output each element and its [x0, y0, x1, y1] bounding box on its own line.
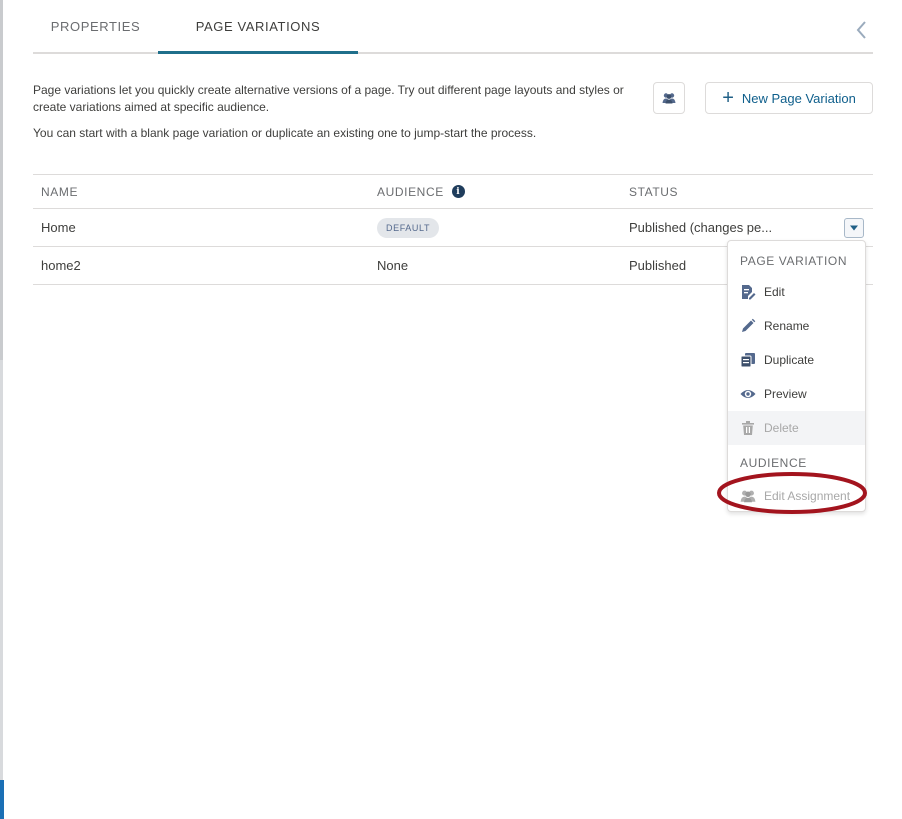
menu-item-label: Edit Assignment: [764, 489, 851, 503]
audience-icon: [662, 93, 676, 104]
menu-item-label: Rename: [764, 319, 810, 333]
left-scrollbar[interactable]: [0, 0, 3, 360]
plus-icon: +: [722, 87, 734, 109]
description-paragraph-1: Page variations let you quickly create a…: [33, 83, 624, 114]
tab-page-variations[interactable]: PAGE VARIATIONS: [158, 0, 358, 54]
info-icon[interactable]: i: [451, 185, 465, 198]
pencil-icon: [740, 318, 756, 334]
menu-item-label: Duplicate: [764, 353, 815, 367]
row-name: Home: [41, 220, 76, 235]
row-name: home2: [41, 258, 81, 273]
duplicate-icon: [740, 352, 756, 368]
collapse-panel-button[interactable]: [852, 18, 872, 42]
new-page-variation-button[interactable]: + New Page Variation: [705, 82, 873, 114]
menu-item-delete[interactable]: Delete: [728, 411, 865, 445]
row-audience: DEFAULT: [377, 209, 440, 246]
new-page-variation-label: New Page Variation: [741, 90, 856, 106]
tab-properties[interactable]: PROPERTIES: [33, 0, 158, 52]
table-header: NAME AUDIENCE i STATUS: [33, 175, 873, 209]
row-audience: None: [377, 258, 409, 273]
eye-icon: [740, 386, 756, 402]
trash-icon: [740, 420, 756, 436]
column-header-status: STATUS: [629, 184, 679, 199]
description: Page variations let you quickly create a…: [33, 82, 633, 151]
menu-item-edit-assignment[interactable]: Edit Assignment: [728, 479, 865, 513]
row-status: Published: [629, 258, 687, 273]
menu-item-edit[interactable]: Edit: [728, 275, 865, 309]
description-paragraph-2: You can start with a blank page variatio…: [33, 126, 537, 140]
chevron-left-icon: [856, 21, 866, 39]
audience-icon: [740, 488, 756, 504]
menu-section-heading-audience: AUDIENCE: [740, 456, 807, 470]
default-badge: DEFAULT: [377, 217, 440, 238]
edit-page-icon: [740, 284, 756, 300]
tab-bar: PROPERTIES PAGE VARIATIONS: [33, 0, 873, 54]
menu-item-label: Preview: [764, 387, 807, 401]
row-actions-menu: PAGE VARIATION Edit Rename Duplicate Pre…: [727, 240, 866, 512]
chevron-down-icon: [850, 225, 858, 231]
audience-button[interactable]: [653, 82, 685, 114]
column-header-audience-label: AUDIENCE: [377, 184, 444, 199]
menu-item-preview[interactable]: Preview: [728, 377, 865, 411]
row-actions-button[interactable]: [844, 218, 864, 238]
menu-item-duplicate[interactable]: Duplicate: [728, 343, 865, 377]
column-header-audience: AUDIENCE i: [377, 175, 465, 208]
menu-item-rename[interactable]: Rename: [728, 309, 865, 343]
column-header-name: NAME: [41, 184, 79, 199]
menu-item-label: Delete: [764, 421, 799, 435]
menu-section-heading-page-variation: PAGE VARIATION: [740, 254, 848, 268]
menu-item-label: Edit: [764, 285, 785, 299]
left-accent-bar: [0, 780, 4, 819]
